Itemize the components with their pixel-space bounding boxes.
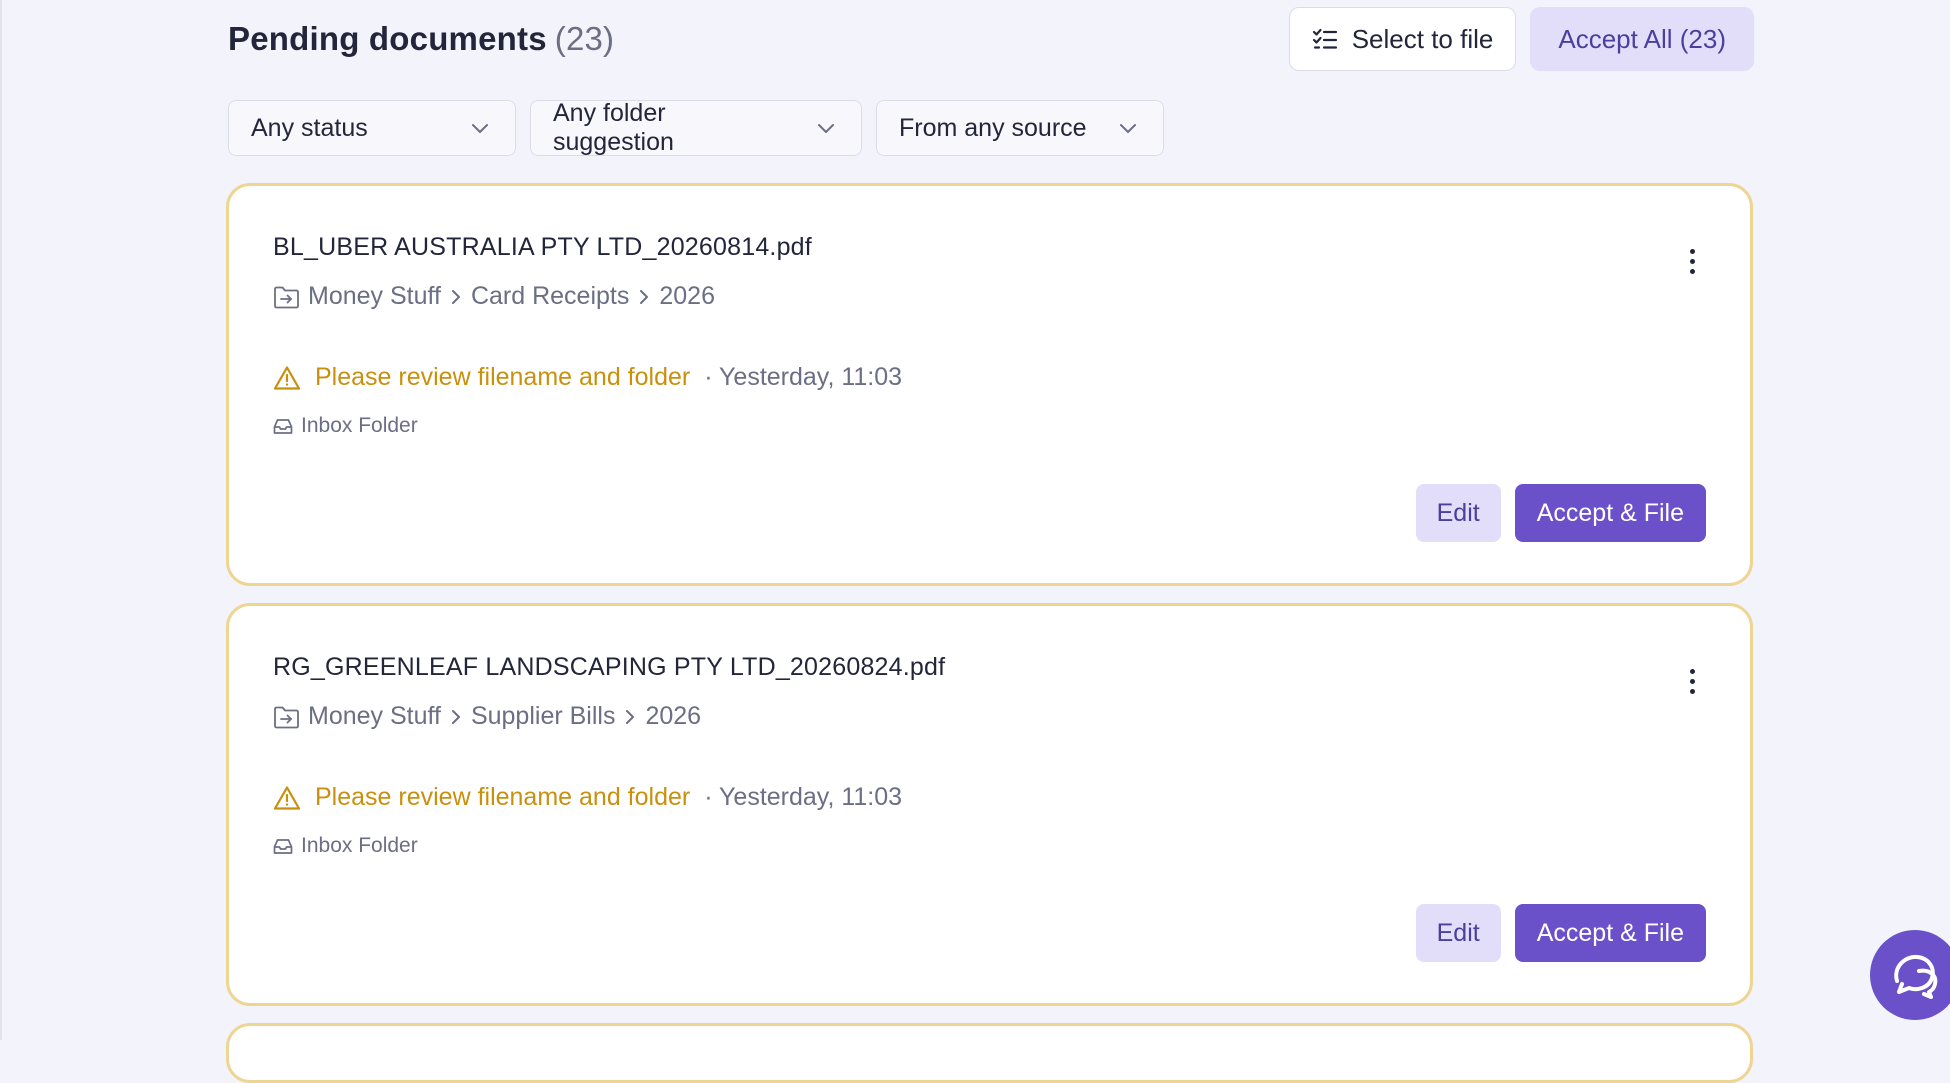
select-to-file-button[interactable]: Select to file <box>1288 7 1517 71</box>
folder-move-icon <box>273 285 300 309</box>
chevron-down-icon <box>1119 123 1137 134</box>
status-text: Please review filename and folder <box>315 783 691 811</box>
chevron-right-icon <box>451 709 461 725</box>
path-segment: 2026 <box>645 702 702 730</box>
document-filename: BL_UBER AUSTRALIA PTY LTD_20260814.pdf <box>273 233 812 261</box>
status-filter-label: Any status <box>251 113 368 142</box>
page-left-edge <box>0 0 2 1040</box>
inbox-icon <box>273 418 293 435</box>
document-card: RG_GREENLEAF LANDSCAPING PTY LTD_2026082… <box>226 603 1753 1006</box>
checklist-icon <box>1312 28 1338 50</box>
header-actions: Select to file Accept All (23) <box>1288 7 1754 71</box>
accept-and-file-button[interactable]: Accept & File <box>1514 484 1706 542</box>
chevron-down-icon <box>817 123 835 134</box>
source-filter[interactable]: From any source <box>876 100 1164 156</box>
document-card: BL_UBER AUSTRALIA PTY LTD_20260814.pdf M… <box>226 183 1753 586</box>
page-title-text: Pending documents <box>228 20 547 57</box>
status-time: · Yesterday, 11:03 <box>704 363 903 391</box>
folder-suggestion-filter[interactable]: Any folder suggestion <box>530 99 862 156</box>
status-text: Please review filename and folder <box>315 363 691 391</box>
accept-and-file-button[interactable]: Accept & File <box>1514 904 1706 962</box>
path-segment: 2026 <box>659 282 715 310</box>
status-time: · Yesterday, 11:03 <box>704 783 903 811</box>
path-segment: Card Receipts <box>470 282 630 310</box>
path-segment: Supplier Bills <box>470 702 616 730</box>
page-title: Pending documents (23) <box>228 20 614 58</box>
edit-button[interactable]: Edit <box>1415 904 1501 962</box>
document-card-partial <box>226 1023 1753 1083</box>
folder-path: Money Stuff Card Receipts 2026 <box>273 282 715 311</box>
folder-path: Money Stuff Supplier Bills 2026 <box>273 702 701 731</box>
page-header: Pending documents (23) Select to file Acc… <box>228 6 1754 72</box>
document-source: Inbox Folder <box>273 834 418 858</box>
card-actions: Edit Accept & File <box>1415 904 1706 962</box>
chat-icon <box>1889 951 1941 999</box>
chevron-right-icon <box>639 289 649 305</box>
accept-all-button[interactable]: Accept All (23) <box>1530 7 1754 71</box>
more-options-button[interactable] <box>1680 241 1704 281</box>
more-options-button[interactable] <box>1680 661 1704 701</box>
pending-count: (23) <box>554 20 615 57</box>
warning-icon <box>273 785 301 811</box>
source-label: Inbox Folder <box>301 834 418 857</box>
status-filter[interactable]: Any status <box>228 100 516 156</box>
source-filter-label: From any source <box>899 113 1087 142</box>
folder-move-icon <box>273 705 300 729</box>
chevron-right-icon <box>625 709 635 725</box>
path-segment: Money Stuff <box>308 702 441 730</box>
review-status: Please review filename and folder · Yest… <box>273 783 902 812</box>
chat-button[interactable] <box>1870 930 1950 1020</box>
document-source: Inbox Folder <box>273 414 418 438</box>
source-label: Inbox Folder <box>301 414 418 437</box>
edit-button[interactable]: Edit <box>1415 484 1501 542</box>
filter-bar: Any status Any folder suggestion From an… <box>228 99 1164 156</box>
document-filename: RG_GREENLEAF LANDSCAPING PTY LTD_2026082… <box>273 653 946 681</box>
card-actions: Edit Accept & File <box>1415 484 1706 542</box>
inbox-icon <box>273 838 293 855</box>
more-vertical-icon <box>1689 248 1695 254</box>
chevron-right-icon <box>451 289 461 305</box>
folder-suggestion-filter-label: Any folder suggestion <box>553 99 674 156</box>
more-vertical-icon <box>1689 668 1695 674</box>
accept-all-label: Accept All (23) <box>1558 23 1726 54</box>
warning-icon <box>273 365 301 391</box>
path-segment: Money Stuff <box>308 282 441 310</box>
review-status: Please review filename and folder · Yest… <box>273 363 902 392</box>
chevron-down-icon <box>471 123 489 134</box>
select-to-file-label: Select to file <box>1351 23 1494 54</box>
